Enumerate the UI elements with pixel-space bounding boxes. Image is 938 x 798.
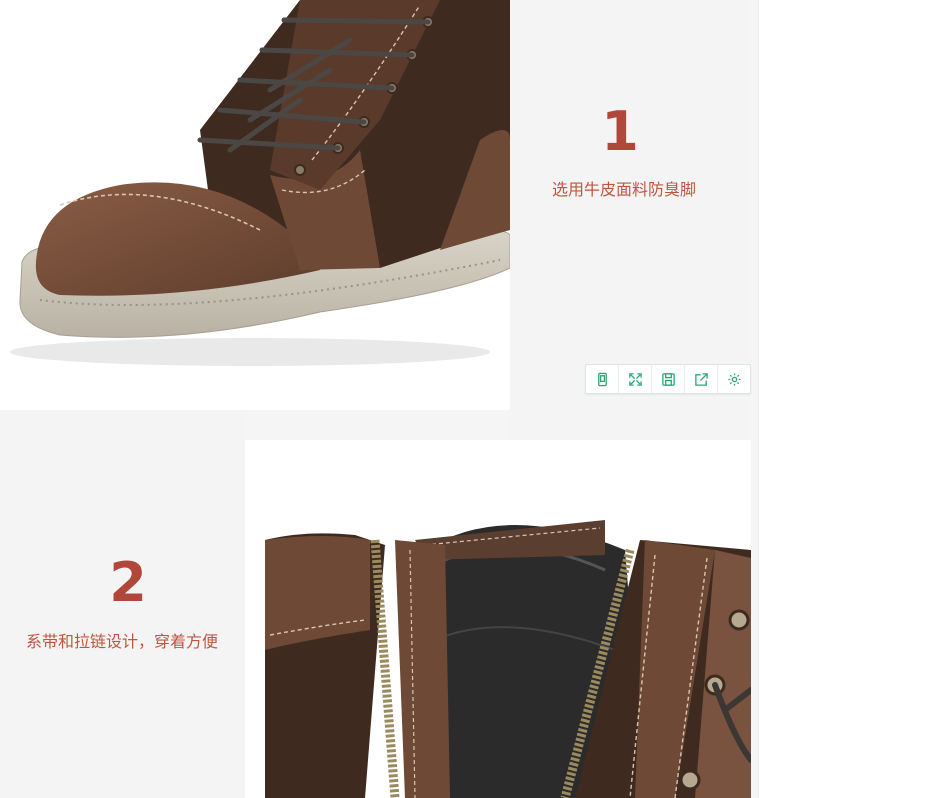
toolbar-save-button[interactable]	[652, 365, 685, 393]
phone-icon	[597, 372, 607, 386]
boot-toe-photo	[0, 0, 510, 410]
toolbar-expand-button[interactable]	[619, 365, 652, 393]
share-icon	[694, 372, 708, 386]
feature-number-1: 1	[601, 100, 639, 163]
right-margin	[758, 0, 938, 798]
feature-caption-1: 选用牛皮面料防臭脚	[551, 180, 696, 199]
gear-icon	[727, 372, 741, 386]
feature-caption-2: 系带和拉链设计，穿着方便	[25, 632, 218, 651]
toolbar-settings-button[interactable]	[718, 365, 750, 393]
toolbar-share-button[interactable]	[685, 365, 718, 393]
toolbar-phone-button[interactable]	[586, 365, 619, 393]
image-toolbar	[585, 364, 751, 394]
boot-zipper-photo	[245, 440, 751, 798]
feature-number-2: 2	[109, 551, 147, 614]
expand-icon	[628, 372, 642, 386]
save-icon	[661, 372, 675, 386]
